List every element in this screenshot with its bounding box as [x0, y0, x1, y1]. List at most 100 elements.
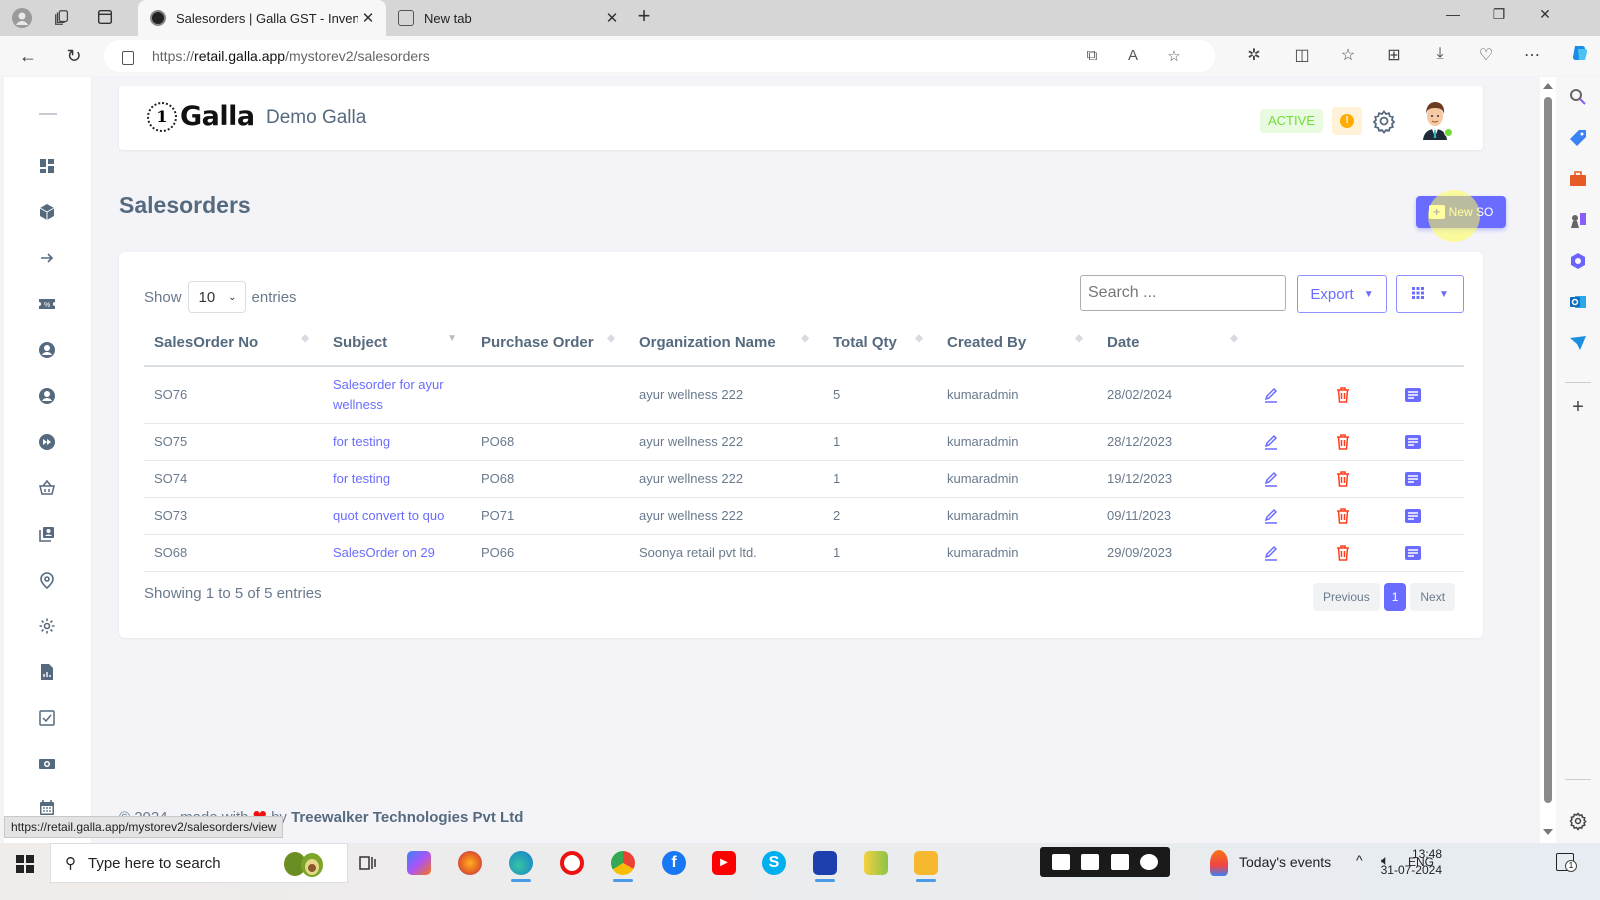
add-sidebar-app-icon[interactable]: +	[1568, 397, 1588, 417]
windows-start-icon[interactable]	[16, 855, 34, 873]
edit-icon[interactable]	[1262, 433, 1280, 451]
copilot-icon[interactable]	[1568, 43, 1592, 68]
tab-new-tab[interactable]: New tab ✕	[390, 0, 630, 36]
workspaces-icon[interactable]	[52, 8, 72, 28]
tab-actions-icon[interactable]	[95, 8, 115, 28]
trash-icon[interactable]	[1334, 433, 1352, 451]
recorder-icon[interactable]	[560, 851, 584, 875]
video-icon[interactable]	[1081, 854, 1100, 870]
trash-icon[interactable]	[1334, 386, 1352, 404]
delete-button[interactable]	[1324, 460, 1394, 498]
location-pin-icon[interactable]	[38, 571, 56, 589]
contacts-icon[interactable]	[38, 525, 56, 543]
task-view-icon[interactable]	[356, 851, 380, 875]
page-scrollbar[interactable]	[1540, 77, 1556, 843]
tools-icon[interactable]	[1568, 169, 1588, 189]
restore-icon[interactable]: ❐	[1484, 6, 1514, 23]
column-header-organization-name[interactable]: Organization Name ◆	[629, 320, 823, 367]
chrome-icon[interactable]	[611, 851, 635, 882]
taskbar-search-box[interactable]: ⚲ Type here to search	[50, 843, 348, 883]
dashboard-icon[interactable]	[38, 157, 56, 175]
sidebar-settings-icon[interactable]	[1568, 811, 1588, 831]
extensions-icon[interactable]: ✲	[1242, 45, 1266, 65]
fast-forward-icon[interactable]	[38, 433, 56, 451]
edit-icon[interactable]	[1262, 507, 1280, 525]
search-input[interactable]	[1080, 275, 1286, 311]
checkbox-icon[interactable]	[38, 709, 56, 727]
export-button[interactable]: Export ▼	[1297, 275, 1387, 313]
edit-button[interactable]	[1252, 366, 1324, 424]
cell-subject-link[interactable]: for testing	[323, 460, 471, 498]
profile-icon[interactable]	[12, 8, 32, 28]
delete-button[interactable]	[1324, 497, 1394, 535]
read-aloud-icon[interactable]: A	[1123, 47, 1143, 64]
copilot-taskbar-icon[interactable]	[407, 851, 431, 875]
camera-icon[interactable]	[1051, 854, 1070, 870]
cell-subject-link[interactable]: SalesOrder on 29	[323, 534, 471, 572]
open-in-app-icon[interactable]: ⧉	[1082, 47, 1102, 64]
trash-icon[interactable]	[1334, 507, 1352, 525]
youtube-icon[interactable]: ▶	[712, 851, 736, 875]
outlook-icon[interactable]	[1568, 292, 1588, 312]
alert-button[interactable]: !	[1332, 107, 1362, 135]
calendar-icon[interactable]	[38, 799, 56, 817]
new-tab-plus-icon[interactable]: +	[634, 5, 654, 27]
scroll-up-arrow[interactable]	[1543, 83, 1553, 89]
user-circle-icon[interactable]	[38, 341, 56, 359]
close-tab-icon[interactable]: ✕	[358, 9, 378, 27]
document-view-icon[interactable]	[1404, 386, 1422, 404]
edit-icon[interactable]	[1262, 386, 1280, 404]
settings-icon[interactable]	[1140, 854, 1159, 870]
split-screen-icon[interactable]: ◫	[1290, 45, 1314, 65]
scroll-down-arrow[interactable]	[1543, 829, 1553, 835]
column-header-subject[interactable]: Subject ▼	[323, 320, 471, 367]
favorite-star-icon[interactable]: ☆	[1164, 47, 1184, 65]
column-header-total-qty[interactable]: Total Qty ◆	[823, 320, 937, 367]
previous-page-button[interactable]: Previous	[1313, 583, 1380, 611]
column-header-salesorder-no[interactable]: SalesOrder No ◆	[144, 320, 323, 367]
cell-subject-link[interactable]: for testing	[323, 423, 471, 461]
skype-icon[interactable]: S	[762, 851, 786, 875]
sidebar-collapse-handle[interactable]	[39, 113, 57, 115]
edit-button[interactable]	[1252, 460, 1324, 498]
microsoft-365-icon[interactable]	[1568, 251, 1588, 271]
view-button[interactable]	[1394, 366, 1464, 424]
microsoft-store-icon[interactable]	[813, 851, 837, 882]
page-1-button[interactable]: 1	[1383, 583, 1407, 611]
document-view-icon[interactable]	[1404, 544, 1422, 562]
search-icon[interactable]	[1568, 87, 1588, 107]
column-visibility-button[interactable]: ▼	[1396, 275, 1464, 313]
edit-button[interactable]	[1252, 497, 1324, 535]
view-button[interactable]	[1394, 423, 1464, 461]
edit-button[interactable]	[1252, 423, 1324, 461]
notification-center-icon[interactable]: 1	[1556, 853, 1577, 872]
collections-icon[interactable]: ⊞	[1382, 45, 1406, 65]
delete-button[interactable]	[1324, 534, 1394, 572]
file-explorer-icon[interactable]	[914, 851, 938, 882]
firefox-icon[interactable]	[458, 851, 482, 875]
column-header-created-by[interactable]: Created By ◆	[937, 320, 1097, 367]
basket-icon[interactable]	[38, 479, 56, 497]
document-view-icon[interactable]	[1404, 470, 1422, 488]
arrow-right-icon[interactable]	[38, 249, 56, 267]
report-icon[interactable]	[38, 663, 56, 681]
weather-widget[interactable]: Today's events	[1239, 854, 1331, 870]
delete-button[interactable]	[1324, 423, 1394, 461]
user-avatar[interactable]	[1417, 98, 1453, 140]
browser-essentials-icon[interactable]: ♡	[1474, 45, 1498, 65]
weather-flame-icon[interactable]	[1210, 850, 1228, 876]
back-icon[interactable]: ←	[16, 44, 40, 68]
edit-button[interactable]	[1252, 534, 1324, 572]
column-header-date[interactable]: Date ◆	[1097, 320, 1252, 367]
cube-icon[interactable]	[38, 203, 56, 221]
coupon-icon[interactable]: %	[38, 295, 56, 313]
facebook-icon[interactable]: f	[662, 851, 686, 875]
footer-company-link[interactable]: Treewalker Technologies Pvt Ltd	[291, 809, 523, 826]
close-tab-icon[interactable]: ✕	[602, 9, 622, 27]
view-button[interactable]	[1394, 534, 1464, 572]
view-button[interactable]	[1394, 497, 1464, 535]
app-icon[interactable]	[864, 851, 888, 875]
url-field[interactable]: https://retail.galla.app/mystorev2/sales…	[104, 40, 1215, 72]
minimize-icon[interactable]: —	[1438, 6, 1468, 22]
next-page-button[interactable]: Next	[1410, 583, 1456, 611]
